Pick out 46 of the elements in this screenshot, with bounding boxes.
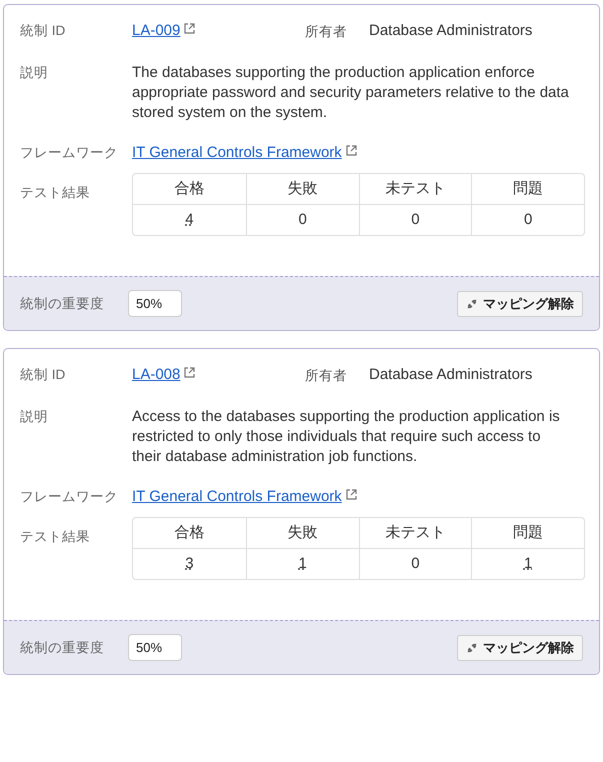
description-text: Access to the databases supporting the production application is restricted to only those individuals that require such access to their database administration job functions. [132, 407, 561, 467]
result-count-link[interactable]: 4 [185, 211, 194, 228]
column-header: 問題 [471, 174, 584, 204]
external-link-icon [184, 23, 196, 34]
field-label: フレームワーク [20, 144, 119, 162]
field-label: 統制 ID [20, 22, 66, 40]
result-count: 0 [411, 211, 420, 228]
column-header: 失敗 [246, 174, 358, 204]
importance-label: 統制の重要度 [20, 638, 105, 656]
result-count-link[interactable]: 1 [298, 555, 307, 572]
column-header: 合格 [173, 523, 206, 543]
unlink-icon [466, 298, 478, 310]
description-text: The databases supporting the production application enforce appropriate password and security parameters relative to the data stored system on the system. [132, 63, 570, 123]
field-label: テスト結果 [20, 528, 91, 546]
field-label: 統制 ID [20, 366, 66, 384]
unlink-icon [466, 642, 478, 654]
column-header: 未テスト [358, 174, 472, 204]
result-count: 0 [524, 211, 532, 228]
external-link-icon [184, 367, 196, 378]
framework-link[interactable]: IT General Controls Framework [132, 488, 342, 505]
unmap-button[interactable]: マッピング解除 [457, 634, 583, 660]
external-link-icon [346, 489, 357, 500]
control-id-link[interactable]: LA-008 [132, 366, 180, 383]
result-count: 0 [298, 211, 307, 228]
field-label: テスト結果 [20, 184, 91, 202]
importance-field[interactable]: 50% [128, 634, 182, 661]
importance-label: 統制の重要度 [20, 294, 105, 312]
field-label: 説明 [20, 408, 49, 426]
field-label: 説明 [20, 64, 49, 82]
column-header: 未テスト [358, 518, 472, 548]
unmap-button[interactable]: マッピング解除 [457, 290, 583, 316]
column-header: 失敗 [246, 518, 358, 548]
result-count-link[interactable]: 1 [524, 555, 532, 572]
field-label: 所有者 [305, 23, 348, 41]
field-label: 所有者 [305, 367, 348, 385]
result-count: 0 [411, 555, 420, 572]
field-label: フレームワーク [20, 488, 119, 506]
control-id-link[interactable]: LA-009 [132, 22, 180, 39]
result-count-link[interactable]: 3 [185, 555, 194, 572]
framework-link[interactable]: IT General Controls Framework [132, 144, 342, 161]
column-header: 合格 [173, 179, 206, 199]
importance-field[interactable]: 50% [128, 290, 182, 317]
column-header: 問題 [471, 518, 584, 548]
external-link-icon [346, 145, 357, 156]
owner-value: Database Administrators [369, 21, 532, 41]
owner-value: Database Administrators [369, 365, 532, 385]
